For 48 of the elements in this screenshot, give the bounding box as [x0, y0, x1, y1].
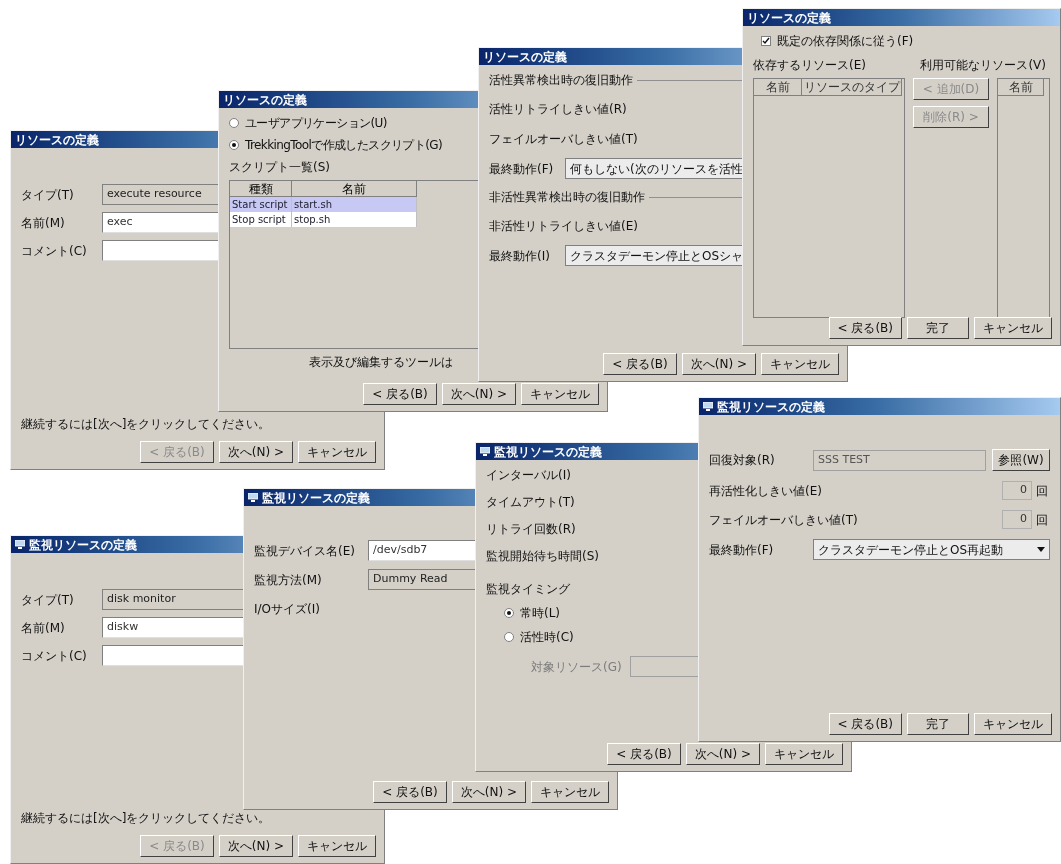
window-title: 監視リソースの定義 — [717, 400, 825, 413]
read-only-field: SSS TEST — [813, 449, 986, 471]
radio-label: ユーザアプリケーション(U) — [245, 115, 387, 132]
field-label: タイプ(T) — [21, 186, 75, 204]
field-label: リトライ回数(R) — [486, 520, 576, 538]
window-title: リソースの定義 — [223, 93, 307, 106]
window-title: 監視リソースの定義 — [262, 491, 370, 504]
field-label: 名前(M) — [21, 214, 66, 232]
field-label: コメント(C) — [21, 647, 88, 665]
field-label: 最終動作(F) — [709, 541, 775, 559]
field-label: 名前(M) — [21, 619, 66, 637]
field-label: コメント(C) — [21, 242, 88, 260]
field-label: 活性リトライしきい値(R) — [489, 100, 627, 118]
window-title: リソースの定義 — [483, 50, 567, 63]
list-label: 依存するリソース(E) — [753, 57, 866, 74]
window-title: リソースの定義 — [747, 11, 831, 24]
radio-label: TrekkingToolで作成したスクリプト(G) — [245, 137, 443, 154]
field-label: タイプ(T) — [21, 591, 75, 609]
group-heading: 活性異常検出時の復旧動作 — [489, 72, 633, 89]
window-title: 監視リソースの定義 — [29, 538, 137, 551]
group-heading: 非活性異常検出時の復旧動作 — [489, 189, 645, 206]
field-label: 監視方法(M) — [254, 571, 323, 589]
list-label: スクリプト一覧(S) — [229, 159, 330, 176]
field-label: 回復対象(R) — [709, 452, 776, 469]
field-label: フェイルオーバしきい値(T) — [489, 130, 638, 148]
instruction-text: 継続するには[次へ]をクリックしてください。 — [20, 416, 272, 433]
window-title: 監視リソースの定義 — [494, 445, 602, 458]
window-title: リソースの定義 — [15, 133, 99, 146]
field-label: 再活性化しきい値(E) — [709, 482, 823, 500]
field-label: タイムアウト(T) — [486, 493, 575, 511]
radio-label: 常時(L) — [520, 605, 561, 622]
field-label: 最終動作(F) — [489, 160, 555, 178]
list-label: 利用可能なリソース(V) — [920, 57, 1046, 74]
unit-label: 回 — [1036, 511, 1049, 529]
caption-text: 表示及び編集するツールは — [309, 354, 453, 371]
field-label: フェイルオーバしきい値(T) — [709, 511, 859, 529]
instruction-text: 継続するには[次へ]をクリックしてください。 — [20, 810, 272, 827]
field-label: インターバル(I) — [486, 466, 571, 484]
table-cell: stop.sh — [292, 212, 417, 227]
field-label: 対象リソース(G) — [531, 658, 622, 676]
group-label: 監視タイミング — [486, 581, 570, 598]
field-label: 監視デバイス名(E) — [254, 542, 356, 560]
unit-label: 回 — [1036, 482, 1049, 500]
radio-label: 活性時(C) — [520, 629, 574, 646]
checkbox-label: 既定の依存関係に従う(F) — [777, 33, 914, 50]
field-label: 非活性リトライしきい値(E) — [489, 217, 638, 235]
table-cell: Stop script — [230, 212, 292, 227]
field-label: 最終動作(I) — [489, 247, 551, 265]
